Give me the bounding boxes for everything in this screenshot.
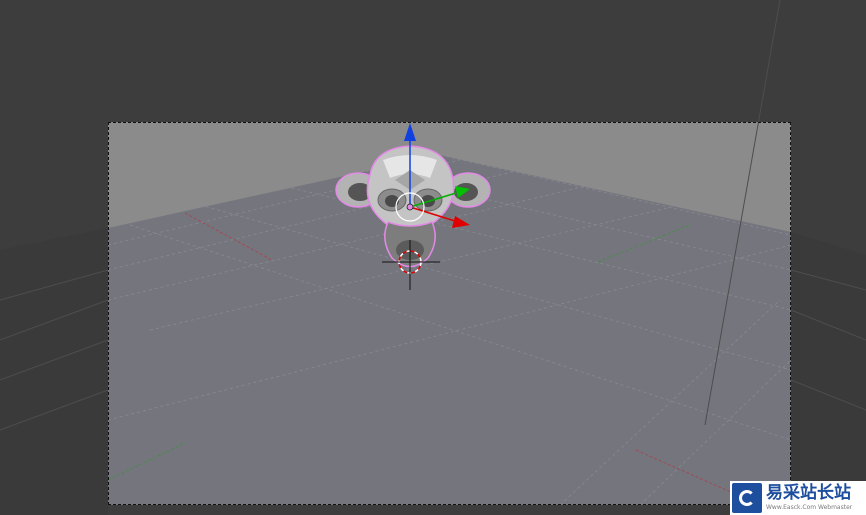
scene-render bbox=[0, 0, 866, 515]
outer-floor-left bbox=[0, 228, 108, 515]
easck-logo-icon bbox=[732, 483, 762, 513]
outer-floor-right bbox=[791, 232, 866, 515]
watermark-title: 易采站长站 bbox=[766, 483, 851, 503]
watermark: 易采站长站 Www.Easck.Com Webmaster bbox=[730, 481, 866, 515]
watermark-subtitle: Www.Easck.Com Webmaster bbox=[766, 504, 853, 511]
watermark-text: 易采站长站 Www.Easck.Com Webmaster bbox=[766, 485, 852, 511]
3d-viewport[interactable]: 易采站长站 Www.Easck.Com Webmaster bbox=[0, 0, 866, 515]
